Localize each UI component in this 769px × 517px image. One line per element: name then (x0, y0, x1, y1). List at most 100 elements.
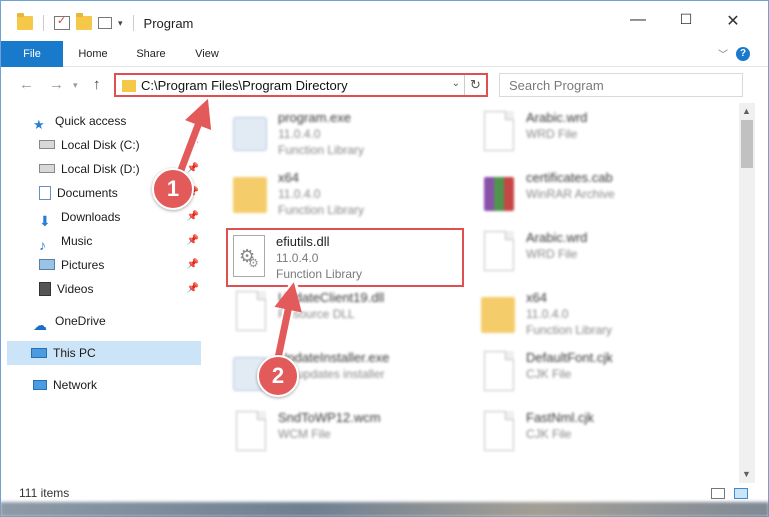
back-arrow-icon[interactable]: ← (19, 76, 34, 93)
tab-share[interactable]: Share (129, 41, 173, 67)
dll-file-icon (233, 291, 269, 335)
customize-toolbar-icon[interactable] (98, 17, 112, 29)
sidebar-item-label: This PC (53, 346, 96, 360)
list-item[interactable]: program.exe 11.0.4.0 Function Library (227, 107, 467, 163)
sidebar-item-local-disk-c[interactable]: Local Disk (C:) 📌 (39, 133, 199, 157)
drive-icon (39, 140, 55, 150)
pin-icon[interactable]: 📌 (187, 253, 199, 277)
window-title: Program (143, 15, 194, 31)
file-description: Function Library (276, 267, 363, 281)
sidebar-item-label: Local Disk (D:) (61, 162, 140, 176)
list-item[interactable]: Arabic.wrd WRD File (475, 107, 715, 163)
tab-file[interactable]: File (1, 41, 63, 67)
archive-icon (481, 171, 517, 215)
sidebar-item-label: Documents (57, 186, 118, 200)
list-item[interactable]: certificates.cab WinRAR Archive (475, 167, 715, 223)
file-name: x64 (278, 170, 299, 185)
pin-icon[interactable]: 📌 (187, 277, 199, 301)
sidebar-item-pictures[interactable]: Pictures 📌 (39, 253, 199, 277)
folder-icon[interactable] (17, 13, 33, 30)
file-type: WCM File (278, 427, 331, 441)
sidebar-item-label: Videos (57, 282, 94, 296)
sidebar-item-onedrive[interactable]: ☁ OneDrive (33, 309, 193, 333)
step-badge-2: 2 (257, 355, 299, 397)
sidebar-item-label: Downloads (61, 210, 121, 224)
properties-icon[interactable] (54, 14, 70, 30)
scrollbar-thumb[interactable] (741, 120, 753, 168)
file-type: WinRAR Archive (526, 187, 615, 201)
list-item[interactable]: DefaultFont.cjk CJK File (475, 347, 715, 403)
pictures-icon (39, 259, 55, 271)
search-box[interactable] (499, 73, 743, 97)
tiles-view-icon[interactable] (734, 488, 748, 499)
list-item[interactable]: x64 11.0.4.0 Function Library (475, 287, 715, 343)
divider (132, 15, 134, 31)
vertical-scrollbar[interactable]: ▲ ▼ (739, 103, 755, 483)
documents-icon (39, 185, 51, 200)
tab-home[interactable]: Home (71, 41, 115, 67)
close-button[interactable]: ✕ (718, 11, 748, 31)
sidebar-item-quick-access[interactable]: ★ Quick access (33, 109, 193, 133)
recent-locations-icon[interactable]: ▾ (73, 80, 78, 91)
scroll-up-icon[interactable]: ▲ (742, 106, 751, 116)
list-item[interactable]: Arabic.wrd WRD File (475, 227, 715, 283)
new-folder-icon[interactable] (76, 13, 92, 30)
up-arrow-icon[interactable]: ↑ (93, 76, 101, 93)
sidebar-item-label: OneDrive (55, 314, 106, 328)
list-item[interactable]: FastNml.cjk CJK File (475, 407, 715, 463)
file-name: Arabic.wrd (526, 110, 588, 125)
file-name: program.exe (278, 110, 351, 125)
title-bar: ▾ Program — ☐ ✕ (1, 1, 768, 41)
explorer-window: ▾ Program — ☐ ✕ File Home Share View ﹀ ?… (0, 0, 769, 517)
file-name: DefaultFont.cjk (526, 350, 613, 365)
file-name: FastNml.cjk (526, 410, 594, 425)
quick-access-toolbar: ▾ Program (17, 13, 194, 31)
address-bar[interactable]: C:\Program Files\Program Directory ⌄ ↻ (114, 73, 488, 97)
sidebar-item-videos[interactable]: Videos 📌 (39, 277, 199, 301)
file-type: Resource DLL (278, 307, 355, 321)
highlighted-file-efiutils[interactable]: efiutils.dll 11.0.4.0 Function Library (226, 228, 464, 287)
address-path[interactable]: C:\Program Files\Program Directory (141, 78, 348, 93)
minimize-button[interactable]: — (623, 11, 653, 29)
expand-ribbon-icon[interactable]: ﹀ (718, 46, 728, 61)
sidebar-item-music[interactable]: ♪ Music 📌 (39, 229, 199, 253)
chevron-down-icon[interactable]: ⌄ (452, 78, 460, 89)
file-description: Function Library (278, 143, 365, 157)
folder-icon (481, 291, 517, 335)
file-icon (481, 351, 517, 395)
pin-icon[interactable]: 📌 (187, 229, 199, 253)
list-item[interactable]: UpdateClient19.dll Resource DLL (227, 287, 467, 343)
file-version: 11.0.4.0 (278, 127, 321, 141)
download-icon: ⬇ (39, 212, 51, 229)
drive-icon (39, 164, 55, 174)
tab-view[interactable]: View (185, 41, 229, 67)
search-input[interactable] (500, 74, 742, 96)
details-view-icon[interactable] (711, 488, 725, 499)
exe-file-icon (233, 111, 269, 155)
dropdown-arrow-icon[interactable]: ▾ (118, 18, 123, 29)
file-name: x64 (526, 290, 547, 305)
pin-icon[interactable]: 📌 (187, 133, 199, 157)
sidebar-item-label: Music (61, 234, 93, 248)
file-type: CJK File (526, 427, 572, 441)
pin-icon[interactable]: 📌 (187, 205, 199, 229)
ribbon-tabs: File Home Share View ﹀ ? (1, 41, 768, 67)
file-name: efiutils.dll (276, 234, 330, 249)
list-item[interactable]: x64 11.0.4.0 Function Library (227, 167, 467, 223)
file-icon (233, 411, 269, 455)
file-version: 11.0.4.0 (526, 307, 569, 321)
sidebar-item-label: Quick access (55, 114, 127, 128)
refresh-icon[interactable]: ↻ (464, 75, 486, 95)
navigation-bar: ← → ▾ ↑ C:\Program Files\Program Directo… (1, 67, 768, 103)
maximize-button[interactable]: ☐ (671, 11, 701, 28)
dll-file-icon (233, 235, 265, 277)
help-icon[interactable]: ? (736, 47, 750, 61)
sidebar-item-network[interactable]: Network (33, 373, 193, 397)
forward-arrow-icon[interactable]: → (49, 76, 64, 93)
file-version: 11.0.4.0 (276, 251, 319, 265)
sidebar-item-label: Pictures (61, 258, 105, 272)
scroll-down-icon[interactable]: ▼ (742, 469, 751, 479)
list-item[interactable]: SndToWP12.wcm WCM File (227, 407, 467, 463)
sidebar-item-this-pc[interactable]: This PC (7, 341, 201, 365)
star-icon: ★ (33, 116, 45, 132)
